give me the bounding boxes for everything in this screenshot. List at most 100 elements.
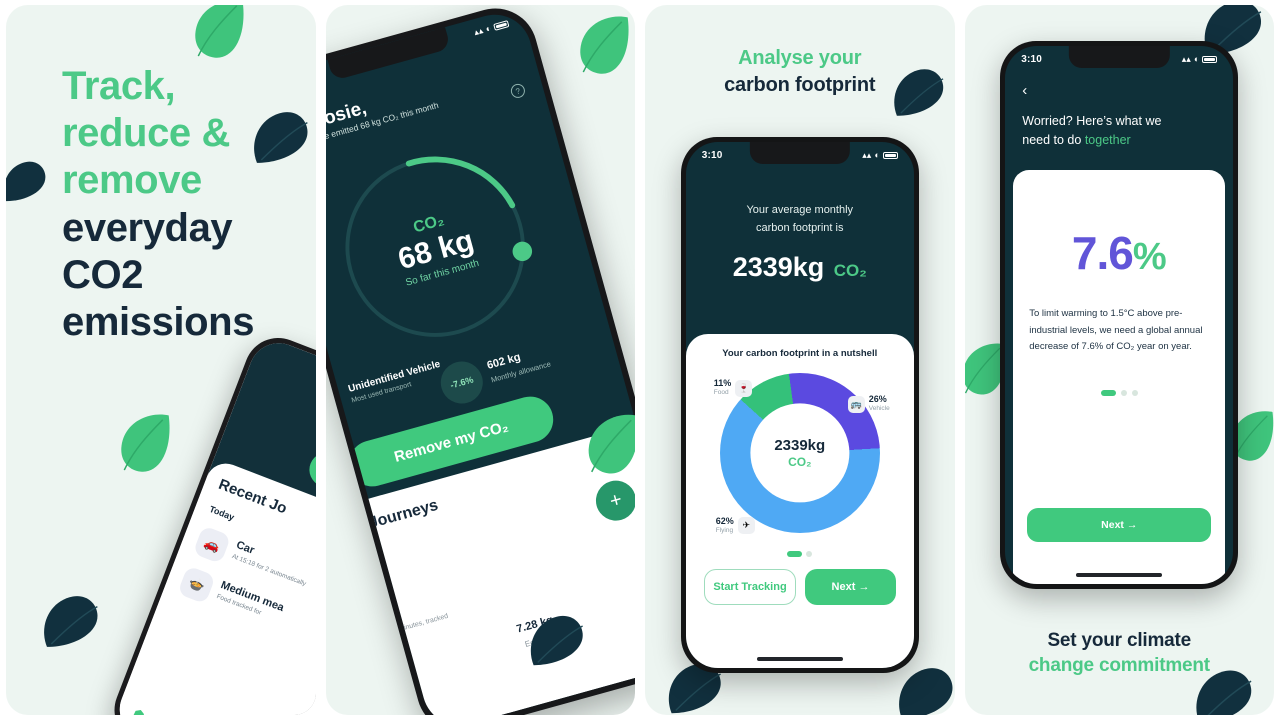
footprint-donut-chart: 2339kg CO₂ 11% Food 🍷 🚌 26% Vehicle 62% …	[714, 373, 890, 535]
headline-line-1: Analyse your	[738, 47, 862, 69]
status-bar: 3:10 ▴▴ ◐	[686, 147, 914, 163]
start-tracking-button[interactable]: Start Tracking	[703, 569, 797, 605]
fact-body-text: To limit warming to 1.5°C above pre-indu…	[1029, 308, 1203, 353]
wifi-icon: ◐	[1193, 54, 1200, 64]
vehicle-percent: 26%	[868, 394, 887, 404]
vehicle-icon: 🚌	[847, 395, 865, 413]
donut-label-vehicle: 🚌 26% Vehicle	[847, 394, 890, 413]
leaf-icon	[195, 5, 244, 58]
pagination-dot[interactable]	[806, 551, 813, 557]
battery-icon	[1202, 55, 1218, 63]
fact-sheet: 7.6% To limit warming to 1.5°C above pre…	[1013, 170, 1226, 584]
flying-name: Flying	[715, 526, 734, 534]
food-name: Food	[713, 388, 729, 396]
journey-note: minutes, tracked	[397, 612, 449, 634]
question-highlight: together	[1084, 133, 1131, 148]
caption-line-1: Set your climate	[1047, 630, 1192, 651]
pagination-dots	[1029, 389, 1209, 396]
headline-line-2: reduce &	[62, 111, 230, 156]
caption-line-2: change commitment	[1028, 655, 1211, 676]
question-text: Worried? Here’s what we need to do toget…	[1022, 112, 1216, 151]
screenshot-panel-4: 3:10 ▴▴ ◐ ‹ Worried? Here’s what we need…	[964, 5, 1275, 715]
panel1-headline: Track, reduce & remove everyday CO2 emis…	[62, 63, 312, 346]
help-icon[interactable]: ?	[508, 82, 527, 100]
home-indicator	[1076, 573, 1163, 577]
intro-line-2: carbon footprint is	[756, 221, 844, 234]
status-bar-time: 3:10	[701, 149, 723, 161]
panel3-phone-screen: 3:10 ▴▴ ◐ Your average monthly carbon fo…	[685, 142, 914, 668]
leaf-icon	[580, 16, 629, 74]
question-line-1: Worried? Here’s what we	[1022, 114, 1162, 128]
tab-track[interactable]: ☗ Track	[126, 705, 150, 715]
next-button[interactable]: Next →	[805, 569, 896, 605]
journey-kg-value: 7.28 kg	[514, 614, 554, 636]
plus-icon[interactable]: +	[590, 475, 635, 526]
delta-badge: -7.6%	[435, 356, 488, 409]
wifi-icon: ◐	[483, 22, 492, 35]
next-button[interactable]: Next →	[1027, 508, 1212, 542]
donut-center-unit: CO₂	[788, 455, 812, 469]
intro-text: Your average monthly carbon footprint is	[686, 202, 914, 237]
signal-icon: ▴▴	[862, 149, 872, 160]
bottom-tab-bar: ☗ Track ◯	[112, 700, 315, 715]
status-bar-time: 3:10	[1021, 53, 1043, 65]
journey-edit-link[interactable]: Edit	[523, 637, 539, 649]
screenshot-panel-2: 3:10 ▴▴ ◐ Hi Josie, You have emitted 68 …	[325, 5, 635, 715]
flying-icon: ✈	[737, 517, 755, 535]
home-icon: ☗	[130, 705, 148, 715]
nutshell-title: Your carbon footprint in a nutshell	[722, 348, 878, 359]
headline-line-2: carbon footprint	[724, 74, 876, 96]
pagination-dot-active[interactable]	[1100, 389, 1116, 396]
leaf-icon	[44, 596, 98, 647]
panel3-headline: Analyse your carbon footprint	[645, 47, 955, 97]
stat-percent-sign: %	[1132, 236, 1167, 278]
food-icon: 🍷	[735, 379, 753, 397]
stat-number-row: 7.6%	[1029, 226, 1209, 280]
vehicle-name: Vehicle	[868, 404, 890, 412]
panel2-phone-mockup: 3:10 ▴▴ ◐ Hi Josie, You have emitted 68 …	[325, 5, 635, 715]
battery-icon	[492, 19, 509, 31]
headline-line-5: CO2	[62, 252, 144, 297]
headline-line-4: everyday	[62, 205, 233, 250]
screenshot-panel-3: Analyse your carbon footprint 3:10 ▴▴ ◐ …	[645, 5, 955, 715]
status-bar: 3:10 ▴▴ ◐	[1005, 51, 1233, 67]
donut-label-flying: 62% Flying ✈	[715, 515, 755, 535]
app-store-screenshot-gallery: Track, reduce & remove everyday CO2 emis…	[0, 0, 1280, 720]
footprint-value-row: 2339kg CO₂	[686, 252, 914, 283]
headline-line-1: Track,	[62, 64, 176, 108]
intro-line-1: Your average monthly	[746, 204, 854, 216]
food-icon: 🍲	[177, 565, 216, 605]
question-line-2-pre: need to do	[1022, 133, 1085, 148]
screenshot-panel-1: Track, reduce & remove everyday CO2 emis…	[6, 5, 316, 715]
donut-label-food: 11% Food 🍷	[713, 378, 753, 397]
panel1-phone-mockup: 🚗 Recent Jo Today 🚗 Car At 15:18 for 2 a…	[104, 328, 316, 715]
flying-percent: 62%	[715, 515, 734, 526]
donut-center-value: 2339kg	[774, 437, 826, 454]
leaf-icon	[121, 414, 170, 472]
footprint-unit: CO₂	[833, 261, 867, 280]
headline-line-3: remove	[62, 158, 202, 203]
wifi-icon: ◐	[874, 150, 880, 160]
pagination-dot-active[interactable]	[787, 551, 803, 557]
panel4-caption: Set your climate change commitment	[965, 630, 1275, 677]
signal-icon: ▴▴	[472, 24, 484, 37]
home-indicator	[756, 657, 843, 661]
panel1-phone-screen: 🚗 Recent Jo Today 🚗 Car At 15:18 for 2 a…	[111, 334, 316, 715]
signal-icon: ▴▴	[1181, 53, 1191, 64]
recent-journeys-card: Recent Jo Today 🚗 Car At 15:18 for 2 aut…	[111, 457, 316, 715]
panel4-phone-mockup: 3:10 ▴▴ ◐ ‹ Worried? Here’s what we need…	[1000, 41, 1239, 589]
car-icon: 🚗	[192, 525, 232, 565]
pagination-dot[interactable]	[1131, 389, 1138, 396]
onboarding-actions: Start Tracking Next →	[696, 557, 904, 605]
pagination-dot[interactable]	[1120, 389, 1127, 396]
panel2-phone-screen: 3:10 ▴▴ ◐ Hi Josie, You have emitted 68 …	[325, 6, 635, 715]
co2-ring-content: CO₂ 68 kg So far this month	[326, 127, 555, 367]
stat-number: 7.6	[1071, 227, 1134, 279]
headline-line-6: emissions	[62, 299, 255, 344]
leaf-icon	[6, 161, 46, 202]
chevron-left-icon[interactable]: ‹	[1022, 82, 1027, 99]
nutshell-sheet: Your carbon footprint in a nutshell 2339…	[685, 334, 914, 668]
battery-icon	[882, 151, 898, 159]
panel3-phone-mockup: 3:10 ▴▴ ◐ Your average monthly carbon fo…	[680, 137, 919, 673]
food-percent: 11%	[713, 378, 732, 388]
